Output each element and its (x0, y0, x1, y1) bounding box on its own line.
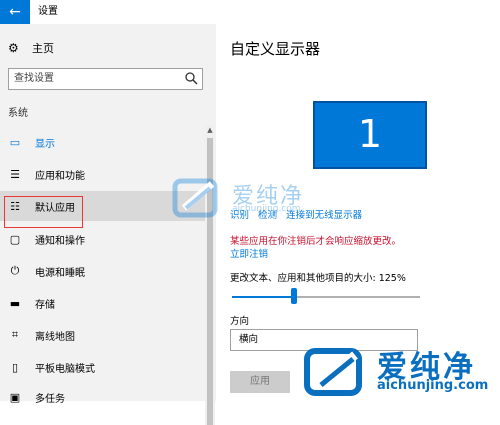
section-label: 系统 (8, 108, 28, 119)
sidebar-item-notifications[interactable]: ▢ 通知和操作 (0, 224, 205, 254)
watermark-logo-icon (304, 348, 362, 396)
monitor-number: 1 (357, 112, 383, 156)
notification-icon: ▢ (9, 232, 21, 246)
window-title: 设置 (38, 6, 58, 17)
gear-icon: ⚙ (8, 41, 19, 55)
scale-label: 更改文本、应用和其他项目的大小: 125% (230, 273, 406, 284)
search-placeholder: 查找设置 (14, 73, 54, 84)
sign-out-link[interactable]: 立即注销 (230, 246, 268, 260)
storage-icon: ▬ (9, 296, 21, 310)
home-link[interactable]: ⚙ 主页 (8, 39, 54, 57)
back-button[interactable]: ← (0, 0, 30, 24)
scroll-up-arrow-icon[interactable]: ▲ (205, 124, 215, 136)
apply-button[interactable]: 应用 (230, 371, 290, 393)
sidebar-item-display[interactable]: ▭ 显示 (0, 127, 205, 157)
sidebar-item-storage[interactable]: ▬ 存储 (0, 288, 205, 318)
highlight-box (4, 196, 83, 228)
sidebar-item-label: 显示 (35, 138, 55, 150)
map-icon: ⌗ (11, 328, 19, 341)
sidebar-item-power-sleep[interactable]: ⏻ 电源和睡眠 (0, 256, 205, 286)
sidebar-item-multitasking[interactable]: ▣ 多任务 (0, 382, 205, 412)
scale-slider-fill (232, 296, 294, 298)
sidebar-item-label: 电源和睡眠 (35, 267, 85, 279)
home-label: 主页 (32, 42, 54, 55)
apps-list-icon: ☰ (10, 167, 20, 181)
multitask-icon: ▣ (9, 390, 21, 404)
search-icon (185, 72, 198, 85)
scaling-warning: 某些应用在你注销后才会响应缩放更改。 (230, 236, 402, 247)
sidebar-item-label: 通知和操作 (35, 235, 85, 247)
monitor-icon: ▭ (9, 135, 21, 149)
sidebar-item-label: 离线地图 (35, 331, 75, 343)
sidebar-item-label: 平板电脑模式 (35, 363, 95, 375)
watermark-url-large: aichunjing.com (377, 378, 489, 393)
monitor-preview[interactable]: 1 (313, 101, 427, 169)
sidebar-item-label: 存储 (35, 299, 55, 311)
orientation-label: 方向 (230, 316, 250, 327)
sidebar-item-label: 应用和功能 (35, 170, 85, 182)
orientation-value: 横向 (239, 334, 259, 345)
tablet-icon: ▯ (11, 360, 19, 374)
scale-slider-thumb[interactable] (291, 288, 297, 304)
power-icon: ⏻ (10, 264, 20, 277)
sidebar-item-tablet-mode[interactable]: ▯ 平板电脑模式 (0, 352, 205, 382)
search-input[interactable]: 查找设置 (8, 68, 203, 90)
title-bar: ← 设置 (0, 0, 500, 24)
page-title: 自定义显示器 (230, 40, 321, 58)
scrollbar[interactable]: ▲ (205, 124, 215, 425)
watermark-logo-icon (172, 178, 218, 218)
watermark-url: aichunjing.com (232, 204, 301, 214)
sidebar-item-label: 多任务 (35, 393, 65, 405)
sidebar-item-offline-maps[interactable]: ⌗ 离线地图 (0, 320, 205, 350)
